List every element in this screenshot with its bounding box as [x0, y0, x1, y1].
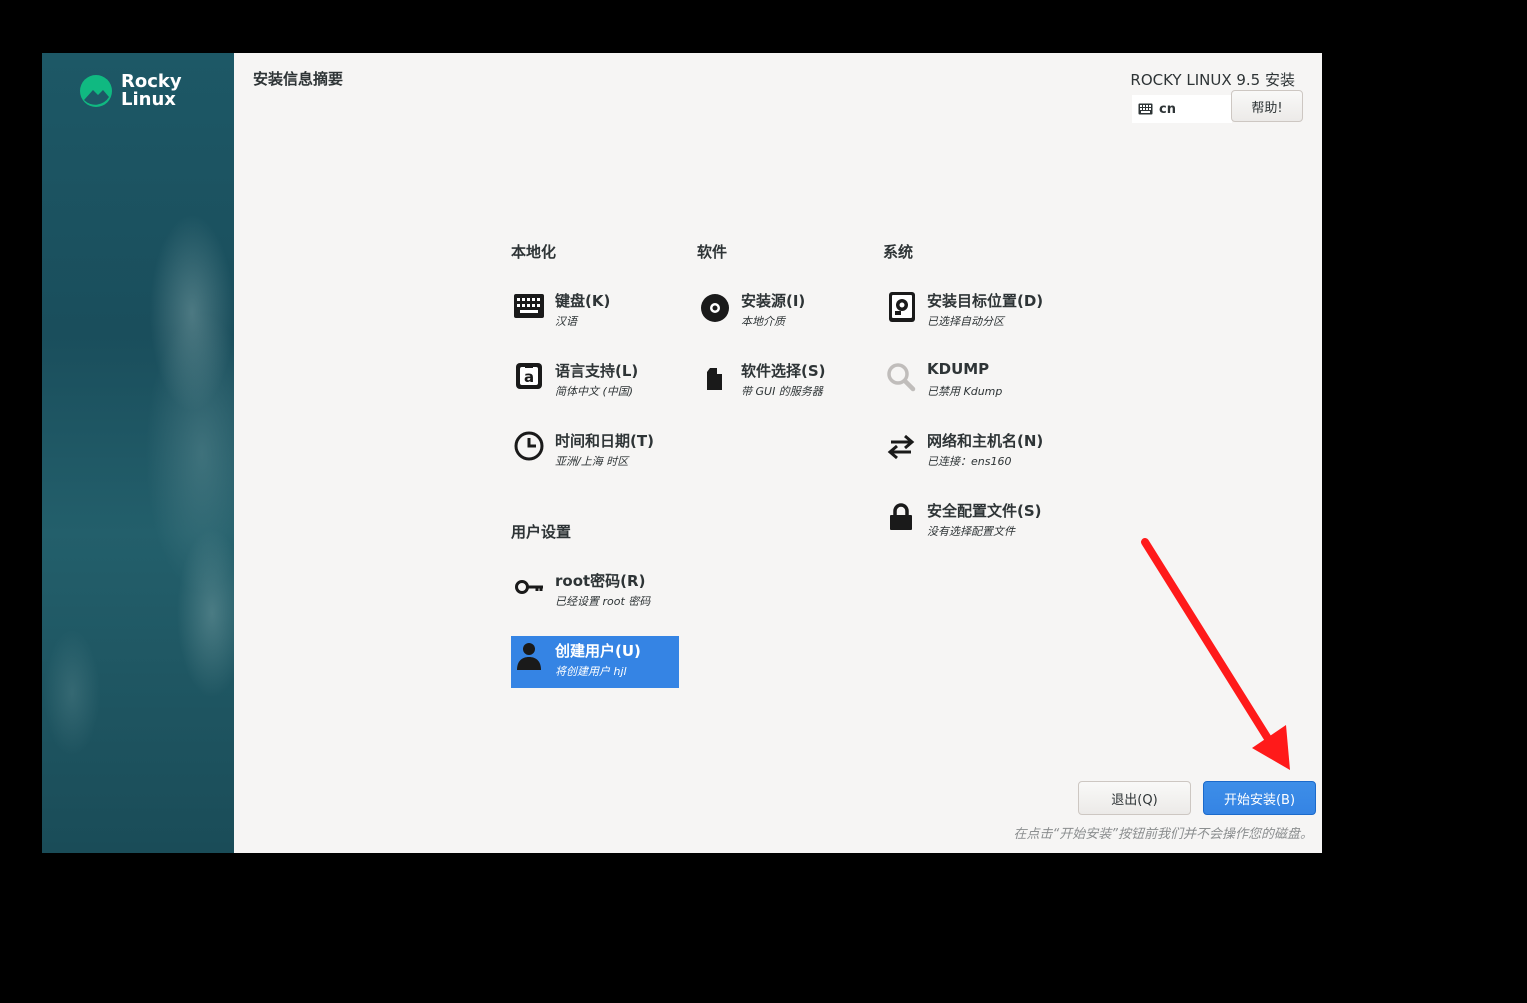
spoke-status: 汉语 [555, 315, 577, 328]
section-software: 软件 [697, 243, 728, 261]
spoke-title: 语言支持(L) [555, 362, 639, 380]
help-button[interactable]: 帮助! [1231, 90, 1303, 122]
key-icon [515, 580, 543, 594]
spoke-title: 键盘(K) [555, 292, 611, 310]
spoke-title: 时间和日期(T) [555, 432, 654, 450]
magnifier-icon [887, 363, 916, 392]
spoke-language-support[interactable]: a 语言支持(L) 简体中文 (中国) [511, 356, 679, 408]
spoke-installation-source[interactable]: 安装源(I) 本地介质 [697, 286, 865, 338]
user-icon [517, 643, 541, 670]
spoke-title: root密码(R) [555, 572, 646, 590]
spoke-status: 已禁用 Kdump [927, 385, 1003, 398]
disc-icon [701, 294, 729, 322]
spoke-software-selection[interactable]: 软件选择(S) 带 GUI 的服务器 [697, 356, 865, 408]
network-arrows-icon [887, 434, 915, 460]
lock-icon [890, 503, 912, 530]
footer-disk-note: 在点击“开始安装”按钮前我们并不会操作您的磁盘。 [1013, 827, 1313, 842]
spoke-network-hostname[interactable]: 网络和主机名(N) 已连接：ens160 [883, 426, 1051, 478]
keyboard-layout-indicator[interactable]: cn [1132, 95, 1232, 123]
spoke-security-profile[interactable]: 安全配置文件(S) 没有选择配置文件 [883, 496, 1051, 548]
keyboard-small-icon [1138, 103, 1153, 115]
spoke-title: 创建用户(U) [555, 642, 641, 660]
rocky-linux-logo: Rocky Linux [80, 73, 220, 113]
spoke-title: 网络和主机名(N) [927, 432, 1044, 450]
rocky-logo-icon [80, 75, 112, 107]
spoke-status: 简体中文 (中国) [555, 385, 634, 398]
spoke-status: 已连接：ens160 [927, 455, 1012, 468]
installer-window: Rocky Linux 安装信息摘要 ROCKY LINUX 9.5 安装 cn… [42, 53, 1322, 853]
package-icon [707, 368, 722, 390]
spoke-keyboard[interactable]: 键盘(K) 汉语 [511, 286, 679, 338]
logo-text: Rocky Linux [121, 73, 182, 109]
spoke-status: 亚洲/上海 时区 [555, 455, 629, 468]
spoke-kdump[interactable]: KDUMP 已禁用 Kdump [883, 356, 1051, 408]
section-localization: 本地化 [511, 243, 557, 261]
spoke-title: 安装目标位置(D) [927, 292, 1044, 310]
begin-installation-button[interactable]: 开始安装(B) [1203, 781, 1316, 815]
product-title: ROCKY LINUX 9.5 安装 [1130, 71, 1295, 89]
clock-icon [514, 431, 544, 461]
spoke-time-date[interactable]: 时间和日期(T) 亚洲/上海 时区 [511, 426, 679, 478]
harddisk-icon [889, 292, 915, 322]
spoke-status: 已经设置 root 密码 [555, 595, 651, 608]
language-icon: a [516, 363, 542, 389]
spoke-status: 带 GUI 的服务器 [741, 385, 823, 398]
spoke-title: KDUMP [927, 360, 990, 378]
svg-text:a: a [524, 368, 534, 386]
section-user-settings: 用户设置 [511, 523, 572, 541]
sidebar: Rocky Linux [42, 53, 234, 853]
spoke-title: 安全配置文件(S) [927, 502, 1042, 520]
spoke-status: 本地介质 [741, 315, 785, 328]
spoke-title: 安装源(I) [741, 292, 806, 310]
spoke-status: 将创建用户 hjl [555, 665, 627, 678]
spoke-create-user[interactable]: 创建用户(U) 将创建用户 hjl [511, 636, 679, 688]
spoke-installation-destination[interactable]: 安装目标位置(D) 已选择自动分区 [883, 286, 1051, 338]
spoke-title: 软件选择(S) [741, 362, 826, 380]
spoke-root-password[interactable]: root密码(R) 已经设置 root 密码 [511, 566, 679, 618]
spoke-status: 已选择自动分区 [927, 315, 1004, 328]
logo-line2: Linux [121, 89, 176, 110]
keyboard-icon [514, 294, 544, 318]
spoke-status: 没有选择配置文件 [927, 525, 1015, 538]
page-title: 安装信息摘要 [253, 70, 344, 88]
section-system: 系统 [883, 243, 914, 261]
keyboard-layout-label: cn [1159, 101, 1176, 117]
quit-button[interactable]: 退出(Q) [1078, 781, 1191, 815]
